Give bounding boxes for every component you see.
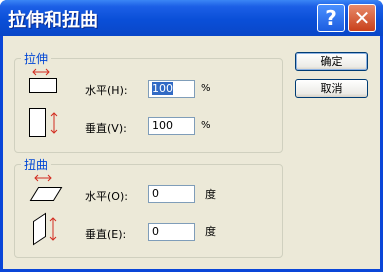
- help-button[interactable]: ?: [317, 4, 345, 32]
- skew-horizontal-unit: 度: [205, 188, 216, 201]
- skew-horizontal-label: 水平(O):: [85, 190, 128, 203]
- stretch-horizontal-icon: [29, 68, 57, 93]
- skew-group: 扭曲 水平(O): 0 度 垂直(E): 0 度: [14, 156, 283, 258]
- dialog-body: 拉伸 水平(H): 100 % 垂直(V): 100 % 扭曲 水平(O): 0…: [3, 36, 380, 269]
- skew-vertical-input[interactable]: 0: [148, 223, 195, 241]
- stretch-group-title: 拉伸: [21, 50, 52, 67]
- help-icon: ?: [325, 6, 337, 30]
- stretch-vertical-input[interactable]: 100: [148, 117, 195, 135]
- dialog-window: 拉伸和扭曲 ? ✕ 拉伸 水平(H): 100 % 垂直(V): 100 % 扭…: [0, 0, 383, 272]
- cancel-button[interactable]: 取消: [295, 79, 368, 98]
- dialog-title: 拉伸和扭曲: [8, 10, 98, 31]
- skew-horizontal-input[interactable]: 0: [148, 185, 195, 203]
- skew-vertical-label: 垂直(E):: [85, 228, 127, 241]
- stretch-horizontal-label: 水平(H):: [85, 84, 128, 97]
- close-icon: ✕: [353, 6, 371, 30]
- skew-group-title: 扭曲: [21, 156, 52, 173]
- stretch-vertical-unit: %: [201, 120, 211, 131]
- stretch-group: 拉伸 水平(H): 100 % 垂直(V): 100 %: [14, 50, 283, 153]
- title-bar[interactable]: 拉伸和扭曲 ? ✕: [0, 0, 383, 36]
- skew-horizontal-icon: [29, 174, 63, 201]
- close-button[interactable]: ✕: [348, 4, 376, 32]
- ok-button[interactable]: 确定: [295, 52, 368, 71]
- stretch-vertical-icon: [29, 108, 58, 137]
- stretch-horizontal-unit: %: [201, 83, 211, 94]
- stretch-vertical-label: 垂直(V):: [85, 122, 127, 135]
- stretch-horizontal-input[interactable]: 100: [148, 80, 195, 98]
- skew-vertical-icon: [33, 212, 57, 246]
- skew-vertical-unit: 度: [205, 225, 216, 238]
